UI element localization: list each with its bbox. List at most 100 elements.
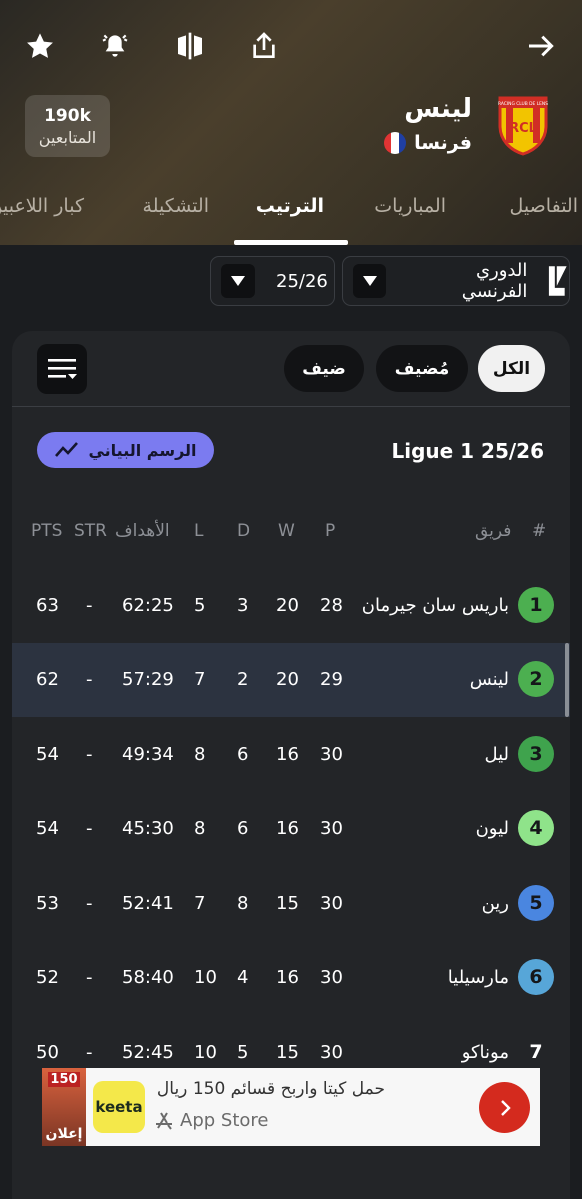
lost-cell: 10 bbox=[194, 1042, 217, 1063]
trend-line-icon bbox=[55, 442, 79, 457]
season-selector-label: 25/26 bbox=[276, 270, 328, 292]
drawn-cell: 6 bbox=[237, 818, 249, 839]
team-crest-logo: RACING CLUB DE LENS RCL bbox=[498, 96, 548, 156]
table-row[interactable]: 6 مارسيليا 30 16 4 10 58:40 - 52 bbox=[12, 941, 570, 1015]
lost-cell: 10 bbox=[194, 967, 217, 988]
goals-cell: 62:25 bbox=[122, 595, 174, 616]
scrollbar[interactable] bbox=[565, 643, 569, 717]
table-row[interactable]: 4 ليون 30 16 6 8 45:30 - 54 bbox=[12, 792, 570, 866]
won-cell: 20 bbox=[276, 595, 299, 616]
goals-cell: 52:41 bbox=[122, 893, 174, 914]
crest-text: RCL bbox=[509, 121, 537, 136]
tab-standings[interactable]: الترتيب bbox=[256, 195, 324, 217]
goals-cell: 45:30 bbox=[122, 818, 174, 839]
season-selector[interactable]: 25/26 bbox=[210, 256, 335, 306]
table-row[interactable]: 2 لينس 29 20 2 7 57:29 - 62 bbox=[12, 643, 570, 717]
points-cell: 63 bbox=[36, 595, 59, 616]
followers-label: المتابعين bbox=[38, 127, 97, 147]
rank-badge: 3 bbox=[518, 736, 554, 772]
played-cell: 30 bbox=[320, 1042, 343, 1063]
followers-count: 190k bbox=[44, 105, 91, 126]
rank-badge: 7 bbox=[529, 1041, 543, 1063]
lost-cell: 7 bbox=[194, 669, 206, 690]
col-header-won: W bbox=[278, 521, 295, 541]
team-name-cell: موناكو bbox=[461, 1042, 509, 1063]
rank-badge: 2 bbox=[518, 661, 554, 697]
tab-details[interactable]: التفاصيل bbox=[510, 195, 578, 217]
col-header-points: PTS bbox=[31, 521, 63, 541]
table-row[interactable]: 1 باريس سان جيرمان 28 20 3 5 62:25 - 63 bbox=[12, 569, 570, 643]
col-header-drawn: D bbox=[237, 521, 251, 541]
drawn-cell: 5 bbox=[237, 1042, 249, 1063]
tab-squad[interactable]: التشكيلة bbox=[143, 195, 209, 217]
ad-thumbnail: 150 إعلان bbox=[42, 1068, 86, 1146]
rank-badge: 5 bbox=[518, 885, 554, 921]
rank-badge: 4 bbox=[518, 810, 554, 846]
streak-cell: - bbox=[86, 744, 93, 765]
list-filter-icon bbox=[48, 359, 77, 379]
chevron-right-icon bbox=[500, 1099, 511, 1116]
app-store-icon bbox=[156, 1111, 172, 1130]
ad-banner[interactable]: 150 إعلان keeta حمل كيتا واربح قسائم 150… bbox=[42, 1068, 540, 1146]
filter-all-button[interactable]: الكل bbox=[478, 345, 545, 392]
team-name-cell: ليون bbox=[475, 818, 509, 839]
won-cell: 16 bbox=[276, 818, 299, 839]
lost-cell: 8 bbox=[194, 744, 206, 765]
followers-box: 190k المتابعين bbox=[25, 95, 110, 157]
lost-cell: 5 bbox=[194, 595, 206, 616]
rank-badge: 1 bbox=[518, 587, 554, 623]
goals-cell: 58:40 bbox=[122, 967, 174, 988]
keeta-logo: keeta bbox=[93, 1081, 145, 1133]
lost-cell: 8 bbox=[194, 818, 206, 839]
ad-badge-number: 150 bbox=[48, 1072, 80, 1087]
table-options-button[interactable] bbox=[37, 344, 87, 394]
col-header-rank: # bbox=[532, 521, 547, 541]
tab-matches[interactable]: المباريات bbox=[374, 195, 446, 217]
points-cell: 50 bbox=[36, 1042, 59, 1063]
table-row[interactable]: 5 رين 30 15 8 7 52:41 - 53 bbox=[12, 867, 570, 941]
drawn-cell: 2 bbox=[237, 669, 249, 690]
drawn-cell: 8 bbox=[237, 893, 249, 914]
ad-store-link: App Store bbox=[154, 1110, 268, 1131]
played-cell: 30 bbox=[320, 818, 343, 839]
active-tab-indicator bbox=[234, 240, 348, 245]
ad-label: إعلان bbox=[45, 1126, 83, 1142]
won-cell: 15 bbox=[276, 1042, 299, 1063]
drawn-cell: 4 bbox=[237, 967, 249, 988]
team-name-cell: مارسيليا bbox=[447, 967, 509, 988]
table-row[interactable]: 3 ليل 30 16 6 8 49:34 - 54 bbox=[12, 718, 570, 792]
tab-top-players[interactable]: كبار اللاعبين bbox=[0, 195, 84, 217]
rank-badge: 6 bbox=[518, 959, 554, 995]
goals-cell: 52:45 bbox=[122, 1042, 174, 1063]
crest-caption: RACING CLUB DE LENS bbox=[498, 101, 548, 107]
team-name-cell: باريس سان جيرمان bbox=[361, 595, 509, 616]
drawn-cell: 6 bbox=[237, 744, 249, 765]
back-arrow-icon[interactable] bbox=[521, 26, 561, 66]
league-selector[interactable]: الدوري الفرنسي bbox=[342, 256, 570, 306]
won-cell: 15 bbox=[276, 893, 299, 914]
won-cell: 20 bbox=[276, 669, 299, 690]
filter-away-button[interactable]: ضيف bbox=[284, 345, 364, 392]
played-cell: 29 bbox=[320, 669, 343, 690]
chart-view-button[interactable]: الرسم البياني bbox=[37, 432, 214, 468]
filter-home-button[interactable]: مُضيف bbox=[376, 345, 468, 392]
team-country: فرنسا bbox=[384, 132, 472, 154]
won-cell: 16 bbox=[276, 744, 299, 765]
compare-icon[interactable] bbox=[170, 26, 210, 66]
goals-cell: 57:29 bbox=[122, 669, 174, 690]
played-cell: 28 bbox=[320, 595, 343, 616]
team-name-cell: ليل bbox=[484, 744, 509, 765]
star-icon[interactable] bbox=[20, 26, 60, 66]
streak-cell: - bbox=[86, 818, 93, 839]
chevron-down-icon bbox=[353, 264, 387, 298]
won-cell: 16 bbox=[276, 967, 299, 988]
points-cell: 52 bbox=[36, 967, 59, 988]
col-header-played: P bbox=[325, 521, 336, 541]
share-icon[interactable] bbox=[244, 26, 284, 66]
col-header-goals: الأهداف bbox=[115, 521, 170, 541]
ad-go-button[interactable] bbox=[479, 1082, 530, 1133]
bell-icon[interactable] bbox=[95, 26, 135, 66]
streak-cell: - bbox=[86, 1042, 93, 1063]
streak-cell: - bbox=[86, 595, 93, 616]
chart-button-label: الرسم البياني bbox=[88, 440, 197, 460]
